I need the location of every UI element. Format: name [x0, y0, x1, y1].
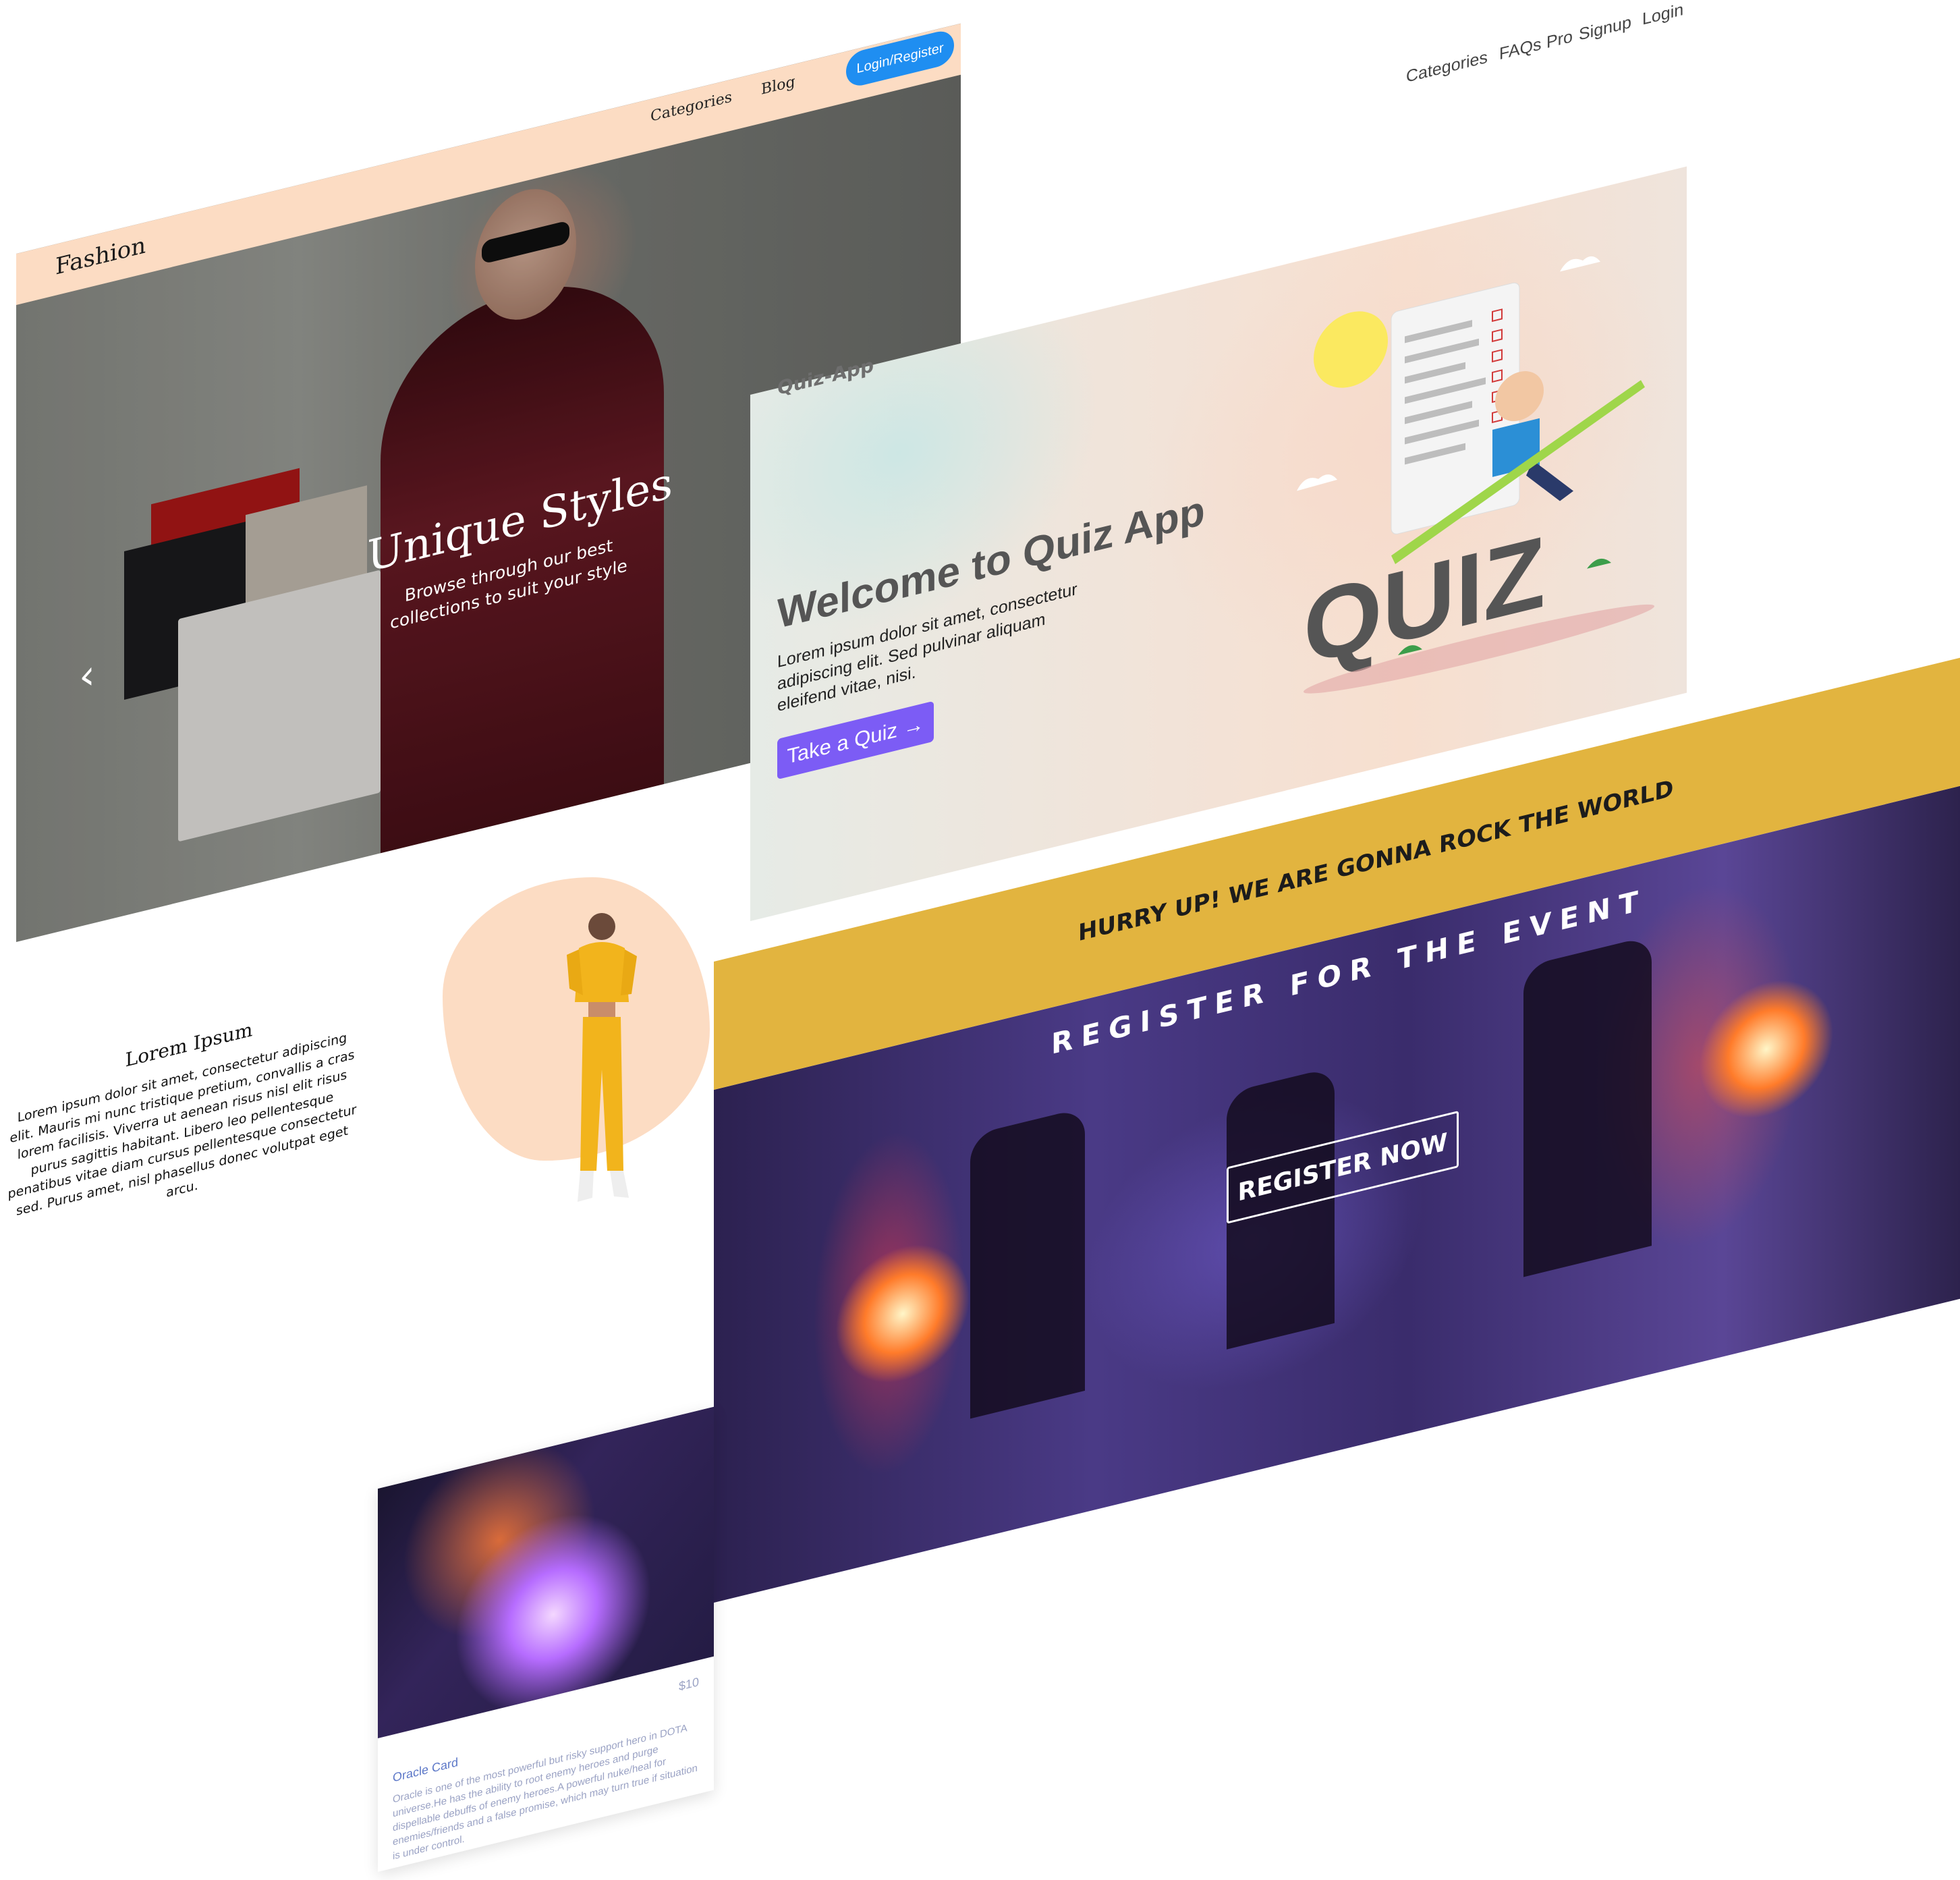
fashion-brand[interactable]: Fashion [55, 231, 146, 281]
nav-link-categories[interactable]: Categories [650, 88, 732, 125]
quiz-nav-signup[interactable]: Signup [1579, 13, 1631, 45]
quiz-nav-categories[interactable]: Categories [1406, 48, 1488, 87]
card-price: $10 [678, 1674, 699, 1694]
quiz-nav-login[interactable]: Login [1642, 0, 1683, 30]
fashion-about-section: Lorem Ipsum Lorem ipsum dolor sit amet, … [0, 960, 378, 1336]
stage-spotlight-right [1699, 965, 1834, 1134]
card-description: Oracle is one of the most powerful but r… [393, 1722, 698, 1862]
quiz-nav-faqs[interactable]: FAQs [1499, 34, 1542, 64]
quiz-illustration: QUIZ [1297, 256, 1654, 694]
stage-spotlight-left [835, 1229, 970, 1398]
quiz-nav-pro[interactable]: Pro [1546, 27, 1573, 53]
band-member-guitarist-right [1523, 935, 1652, 1277]
chevron-left-icon[interactable]: ‹ [70, 650, 104, 701]
oracle-card[interactable]: $10 Oracle Card Oracle is one of the mos… [378, 1406, 714, 1872]
about-body: Lorem ipsum dolor sit amet, consectetur … [7, 1030, 357, 1219]
band-member-bassist [970, 1107, 1085, 1419]
event-banner-panel: HURRY UP! WE ARE GONNA ROCK THE WORLD RE… [714, 654, 1960, 1603]
login-register-button[interactable]: Login/Register [846, 28, 954, 90]
take-quiz-button[interactable]: Take a Quiz → [777, 700, 934, 780]
model-yellow-outfit [567, 913, 637, 1202]
oracle-card-image [378, 1406, 714, 1738]
nav-link-blog[interactable]: Blog [761, 74, 795, 99]
